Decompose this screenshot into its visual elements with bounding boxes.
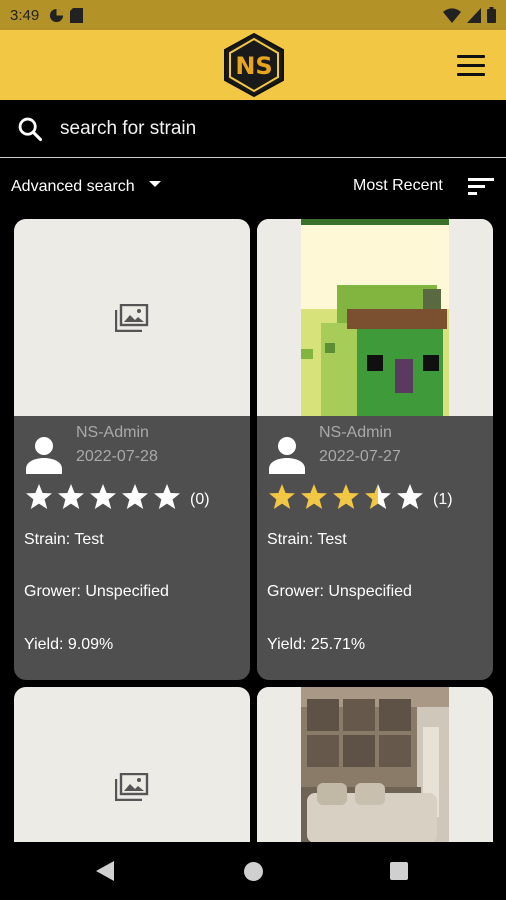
post-thumbnail-image: [257, 219, 493, 416]
star-icon: [58, 484, 84, 509]
caret-down-icon: [148, 181, 161, 187]
system-nav-bar: [0, 842, 506, 900]
image-placeholder-icon: [115, 773, 149, 801]
advanced-search-dropdown[interactable]: Advanced search: [11, 178, 161, 196]
author-row: NS-Admin 2022-07-27: [267, 424, 401, 474]
signal-icon: [467, 7, 481, 23]
star-icon: [90, 484, 116, 509]
search-input[interactable]: [60, 117, 460, 140]
post-image: [257, 219, 493, 416]
menu-icon-bar: [457, 72, 485, 76]
app-bar: NS: [0, 30, 506, 100]
post-card-body: NS-Admin 2022-07-28 (0) Strain: Test Gro…: [14, 416, 250, 680]
star-icon: [154, 484, 180, 509]
post-date: 2022-07-27: [319, 448, 401, 465]
rating-count: (0): [190, 491, 210, 508]
battery-icon: [487, 7, 496, 23]
advanced-search-label: Advanced search: [11, 178, 135, 195]
logo-text: NS: [235, 52, 272, 80]
sort-icon[interactable]: [468, 175, 494, 197]
ns-logo[interactable]: NS: [222, 32, 286, 98]
menu-button[interactable]: [452, 47, 490, 83]
star-icon: [301, 484, 327, 509]
image-placeholder-icon: [115, 303, 149, 332]
user-avatar-icon: [26, 437, 62, 474]
post-date: 2022-07-28: [76, 448, 158, 465]
home-icon[interactable]: [244, 862, 263, 881]
sd-card-icon: [70, 7, 84, 23]
user-avatar-icon: [269, 437, 305, 474]
post-card-body: NS-Admin 2022-07-27 (1) Strain: Test Gro…: [257, 416, 493, 680]
recents-icon[interactable]: [390, 862, 408, 880]
data-saver-icon: [50, 8, 64, 22]
yield-label: Yield: 9.09%: [24, 636, 114, 653]
rating-row: (1): [267, 482, 453, 512]
wifi-icon: [443, 7, 461, 23]
menu-icon-bar: [457, 63, 485, 67]
rating-row: (0): [24, 482, 210, 512]
grower-label: Grower: Unspecified: [267, 583, 412, 600]
status-time: 3:49: [10, 6, 40, 24]
rating-count: (1): [433, 491, 453, 508]
menu-icon-bar: [457, 54, 485, 58]
filter-row: Advanced search Most Recent: [0, 166, 506, 210]
search-icon[interactable]: [16, 115, 44, 143]
author-name: NS-Admin: [76, 424, 149, 441]
sort-label[interactable]: Most Recent: [353, 177, 443, 195]
author-row: NS-Admin 2022-07-28: [24, 424, 158, 474]
star-icon: [365, 484, 391, 509]
star-icon: [333, 484, 359, 509]
strain-label: Strain: Test: [24, 531, 104, 548]
search-bar: [0, 100, 506, 158]
post-card[interactable]: NS-Admin 2022-07-28 (0) Strain: Test Gro…: [14, 219, 250, 680]
star-icon: [269, 484, 295, 509]
star-rating: [267, 482, 425, 512]
star-icon: [397, 484, 423, 509]
status-bar: 3:49: [0, 0, 506, 30]
grower-label: Grower: Unspecified: [24, 583, 169, 600]
author-name: NS-Admin: [319, 424, 392, 441]
strain-label: Strain: Test: [267, 531, 347, 548]
post-image-placeholder: [14, 219, 250, 416]
star-rating: [24, 482, 182, 512]
star-icon: [122, 484, 148, 509]
star-icon: [26, 484, 52, 509]
back-icon[interactable]: [96, 861, 114, 881]
post-card[interactable]: NS-Admin 2022-07-27 (1) Strain: Test Gro…: [257, 219, 493, 680]
yield-label: Yield: 25.71%: [267, 636, 366, 653]
